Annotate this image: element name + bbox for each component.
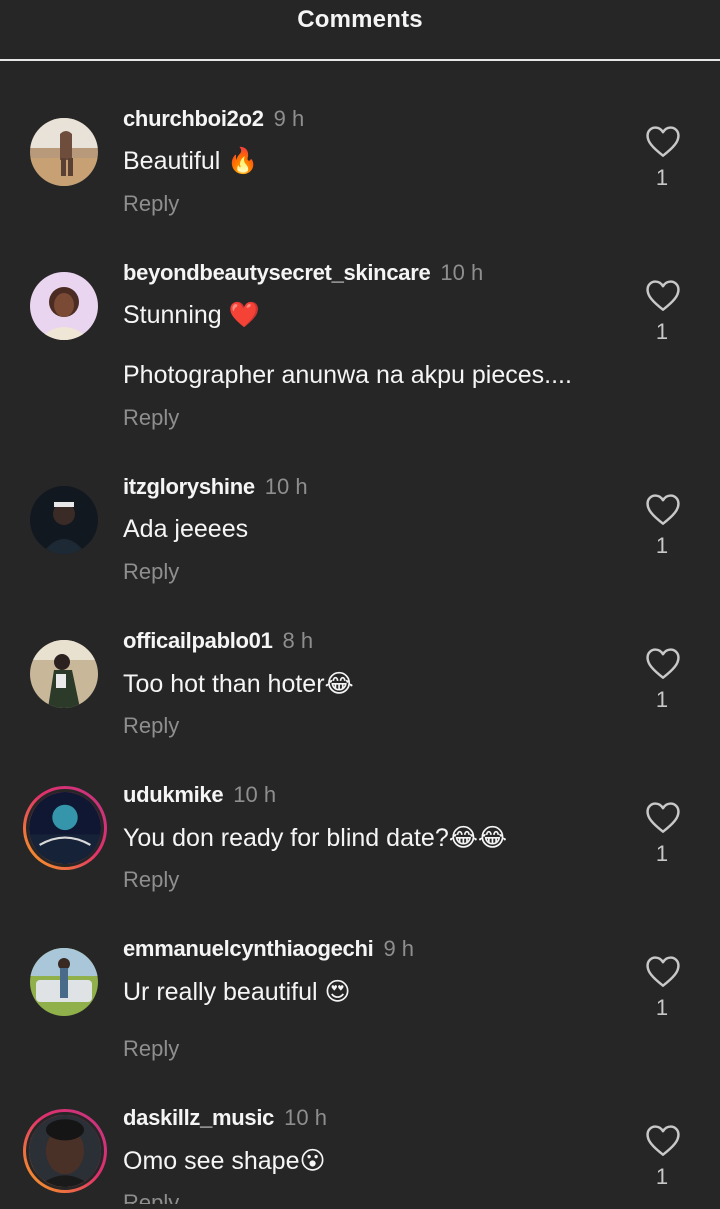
comment-text: Ur really beautiful 😍 xyxy=(123,978,351,1006)
comment-meta: beyondbeautysecret_skincare 10 h xyxy=(123,260,483,286)
avatar[interactable] xyxy=(30,486,98,554)
comment-time: 9 h xyxy=(383,936,415,961)
avatar[interactable] xyxy=(30,948,98,1016)
like-count: 1 xyxy=(655,533,669,558)
avatar[interactable] xyxy=(30,272,98,340)
avatar[interactable] xyxy=(30,640,98,708)
avatar[interactable] xyxy=(30,118,98,186)
comment-username[interactable]: daskillz_music xyxy=(123,1105,274,1130)
comment-meta: daskillz_music 10 h xyxy=(123,1105,327,1131)
heart-outline-icon[interactable] xyxy=(644,1123,682,1157)
comment-text: You don ready for blind date?😂😂 xyxy=(123,824,508,852)
like-count: 1 xyxy=(655,995,669,1020)
comment-text: Beautiful 🔥 xyxy=(123,147,259,175)
like-count: 1 xyxy=(655,841,669,866)
comment-meta: churchboi2o2 9 h xyxy=(123,106,304,132)
avatar-with-story-ring[interactable] xyxy=(23,786,107,870)
comment-time: 10 h xyxy=(284,1105,327,1130)
like-count: 1 xyxy=(655,319,669,344)
avatar-with-story-ring[interactable] xyxy=(23,1109,107,1193)
page-title: Comments xyxy=(297,6,423,33)
comment-meta: officailpablo01 8 h xyxy=(123,628,313,654)
reply-button[interactable]: Reply xyxy=(123,1036,179,1062)
comment-text: Omo see shape😮 xyxy=(123,1147,326,1175)
comment-username[interactable]: beyondbeautysecret_skincare xyxy=(123,260,431,285)
comment-time: 10 h xyxy=(233,782,277,807)
reply-button[interactable]: Reply xyxy=(123,559,179,585)
comment-meta: udukmike 10 h xyxy=(123,782,276,808)
heart-outline-icon[interactable] xyxy=(644,278,682,312)
comment-username[interactable]: officailpablo01 xyxy=(123,628,273,653)
reply-button[interactable]: Reply xyxy=(123,405,179,431)
like-count: 1 xyxy=(655,687,669,712)
comment-time: 8 h xyxy=(282,628,314,653)
comment-time: 10 h xyxy=(264,474,308,499)
like-count: 1 xyxy=(655,165,669,190)
comment-meta: itzgloryshine 10 h xyxy=(123,474,308,500)
like-count: 1 xyxy=(655,1164,669,1189)
comment-time: 9 h xyxy=(273,106,305,131)
heart-outline-icon[interactable] xyxy=(644,646,682,680)
comment-username[interactable]: emmanuelcynthiaogechi xyxy=(123,936,374,961)
comment-username[interactable]: itzgloryshine xyxy=(123,474,255,499)
heart-outline-icon[interactable] xyxy=(644,800,682,834)
comment-time: 10 h xyxy=(440,260,484,285)
comment-text: Stunning ❤️ xyxy=(123,301,260,329)
heart-outline-icon[interactable] xyxy=(644,492,682,526)
comment-username[interactable]: udukmike xyxy=(123,782,224,807)
comment-text-continued: Photographer anunwa na akpu pieces.... xyxy=(123,361,572,389)
comment-meta: emmanuelcynthiaogechi 9 h xyxy=(123,936,414,962)
comment-text: Ada jeeees xyxy=(123,515,249,543)
comment-text: Too hot than hoter😂 xyxy=(123,670,354,698)
comments-header: Comments xyxy=(0,0,720,61)
reply-button[interactable]: Reply xyxy=(123,1190,179,1204)
heart-outline-icon[interactable] xyxy=(644,954,682,988)
heart-outline-icon[interactable] xyxy=(644,124,682,158)
comment-username[interactable]: churchboi2o2 xyxy=(123,106,264,131)
reply-button[interactable]: Reply xyxy=(123,713,179,739)
reply-button[interactable]: Reply xyxy=(123,867,179,893)
reply-button[interactable]: Reply xyxy=(123,191,179,217)
